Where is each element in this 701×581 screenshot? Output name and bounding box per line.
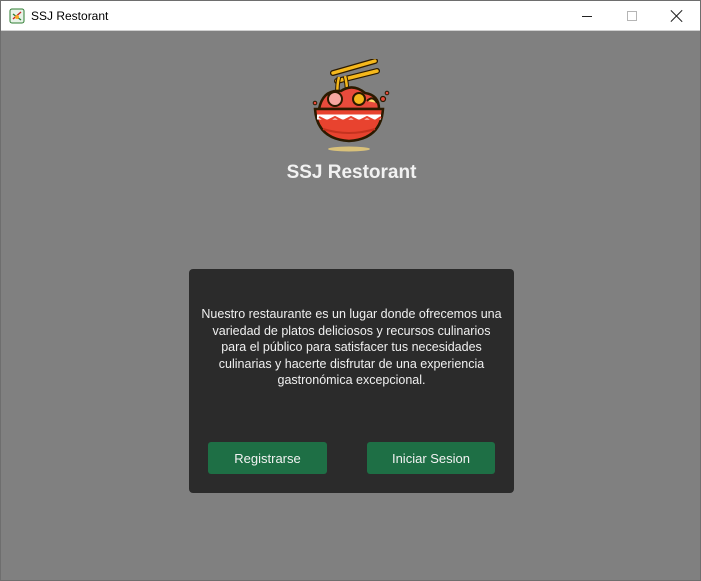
minimize-button[interactable] bbox=[564, 1, 610, 31]
window-title: SSJ Restorant bbox=[31, 9, 109, 23]
title-bar[interactable]: SSJ Restorant bbox=[1, 1, 700, 31]
minimize-icon bbox=[582, 15, 592, 17]
register-button[interactable]: Registrarse bbox=[208, 442, 327, 474]
restaurant-description: Nuestro restaurante es un lugar donde of… bbox=[201, 307, 502, 387]
welcome-card: Nuestro restaurante es un lugar donde of… bbox=[189, 269, 514, 493]
close-icon bbox=[671, 10, 683, 22]
app-window: SSJ Restorant SSJ Restorant Nuestro rest… bbox=[0, 0, 701, 581]
brand-title: SSJ Restorant bbox=[286, 162, 417, 183]
app-icon bbox=[9, 8, 25, 24]
login-button[interactable]: Iniciar Sesion bbox=[367, 442, 495, 474]
maximize-icon bbox=[627, 11, 637, 21]
ramen-bowl-icon bbox=[312, 59, 390, 152]
maximize-button[interactable] bbox=[609, 1, 655, 31]
close-button[interactable] bbox=[654, 1, 700, 31]
